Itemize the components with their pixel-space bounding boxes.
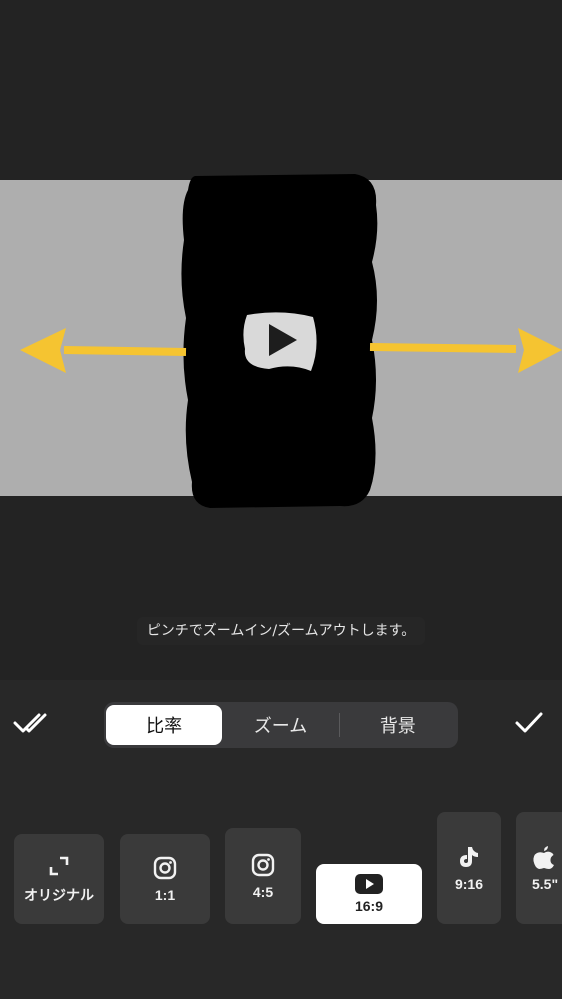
play-icon[interactable] (241, 309, 319, 375)
ratio-label: 16:9 (354, 898, 384, 914)
ratio-16-9[interactable]: 16:9 (316, 864, 422, 924)
apple-icon (532, 844, 556, 870)
ratio-label: 1:1 (154, 887, 176, 903)
ratio-9-16[interactable]: 9:16 (437, 812, 501, 924)
tab-zoom[interactable]: ズーム (222, 705, 338, 745)
tab-background[interactable]: 背景 (340, 705, 456, 745)
ratio-label: 4:5 (252, 884, 274, 900)
ratio-label: 9:16 (454, 876, 484, 892)
ratio-label: オリジナル (24, 887, 94, 903)
double-check-icon (13, 713, 47, 733)
ratio-label: 5.5" (532, 876, 559, 892)
pinch-hint: ピンチでズームイン/ズームアウトします。 (0, 617, 562, 645)
instagram-icon (153, 855, 177, 881)
youtube-icon (355, 874, 383, 894)
mode-tabs: 比率 ズーム 背景 (104, 702, 458, 748)
ratio-1-1[interactable]: 1:1 (120, 834, 210, 924)
ratio-4-5[interactable]: 4:5 (225, 828, 301, 924)
ratio-5-5[interactable]: 5.5" (516, 812, 562, 924)
tiktok-icon (458, 844, 480, 870)
check-icon (515, 712, 543, 733)
arrow-right-icon (369, 328, 562, 373)
expand-icon (48, 853, 70, 879)
tab-ratio[interactable]: 比率 (106, 705, 223, 745)
confirm-button[interactable] (508, 706, 550, 740)
instagram-icon (251, 852, 275, 878)
ratio-original[interactable]: オリジナル (14, 834, 104, 924)
arrow-left-icon (20, 328, 187, 373)
apply-all-button[interactable] (12, 706, 54, 740)
